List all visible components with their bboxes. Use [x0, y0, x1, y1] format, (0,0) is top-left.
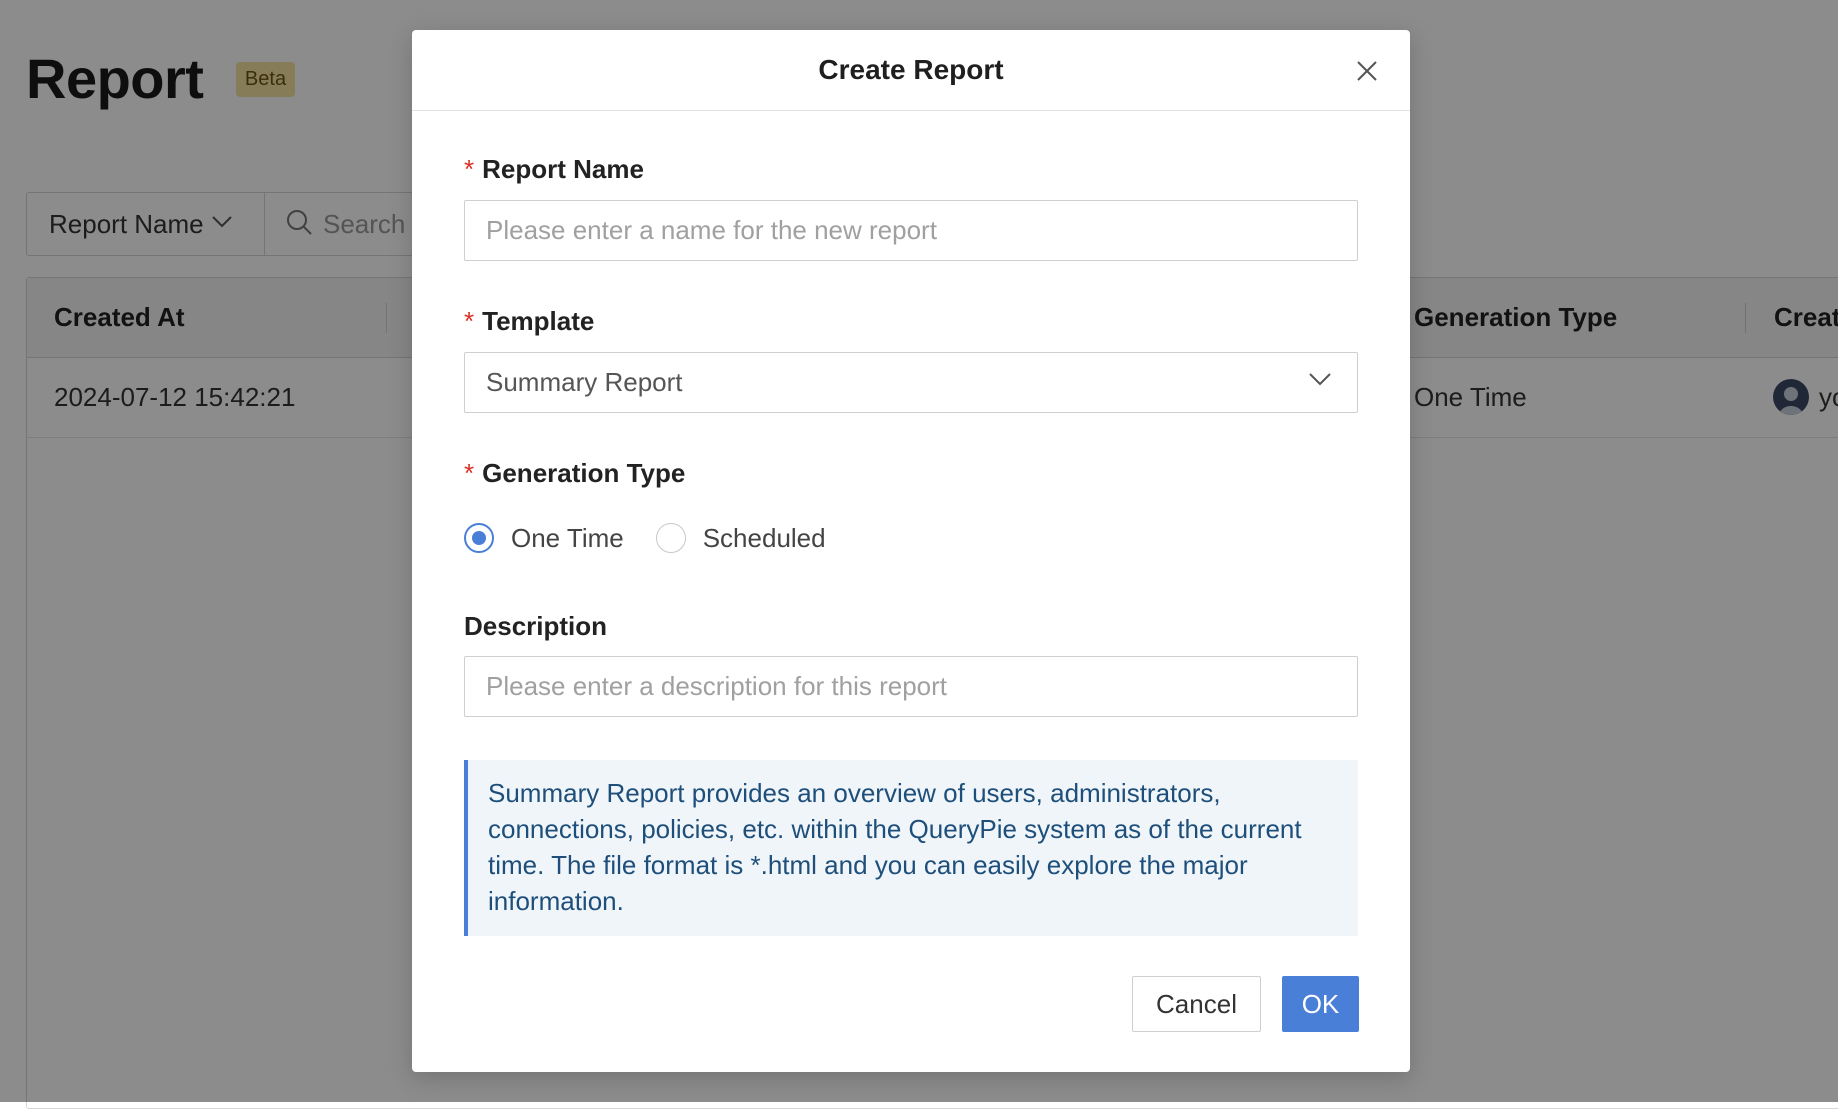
required-marker: *	[464, 154, 475, 184]
ok-button[interactable]: OK	[1282, 976, 1359, 1032]
create-report-dialog: Create Report *Report Name *Template Sum…	[412, 30, 1410, 1072]
template-label: * Template	[464, 306, 594, 337]
required-marker: *	[464, 458, 475, 488]
template-select[interactable]: Summary Report	[464, 352, 1358, 413]
radio-one-time[interactable]: One Time	[464, 523, 624, 554]
radio-button-checked[interactable]	[464, 523, 494, 553]
dialog-header: Create Report	[412, 30, 1410, 111]
generation-type-label-text: Generation Type	[482, 458, 686, 488]
report-name-label: * Report Name	[464, 154, 644, 185]
radio-scheduled-label: Scheduled	[702, 522, 826, 553]
dialog-title: Create Report	[818, 54, 1004, 85]
cancel-button[interactable]: Cancel	[1132, 976, 1261, 1032]
chevron-down-icon	[1309, 372, 1331, 391]
template-label-text: Template	[482, 306, 595, 336]
description-input[interactable]	[464, 656, 1358, 717]
required-marker: *	[464, 306, 475, 336]
radio-one-time-label: One Time	[511, 522, 624, 553]
description-label: Description	[464, 611, 608, 641]
template-selected-value: Summary Report	[486, 367, 683, 397]
report-name-label-text: Report Name	[482, 154, 644, 184]
close-button[interactable]	[1352, 56, 1382, 86]
generation-type-radio-group: One Time Scheduled	[464, 518, 858, 558]
report-name-input[interactable]	[464, 200, 1358, 261]
template-info-box: Summary Report provides an overview of u…	[464, 760, 1358, 936]
close-icon	[1357, 61, 1377, 81]
generation-type-label: * Generation Type	[464, 458, 685, 489]
radio-scheduled[interactable]: Scheduled	[655, 522, 826, 554]
radio-button-unchecked[interactable]	[655, 523, 686, 553]
